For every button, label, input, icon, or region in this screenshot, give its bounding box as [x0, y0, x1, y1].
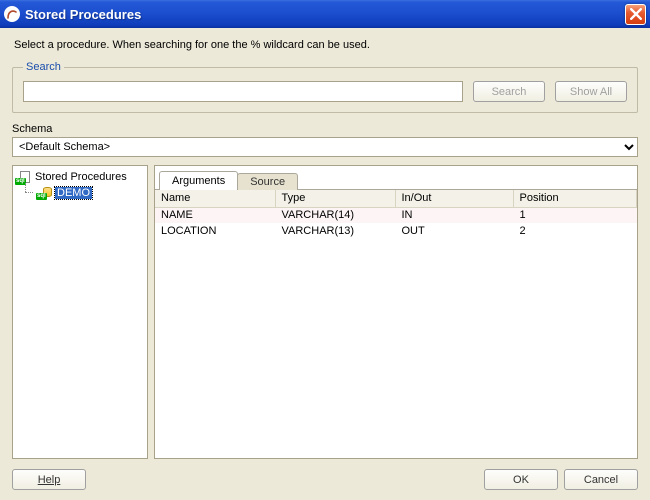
search-input[interactable]: [23, 81, 463, 102]
help-button[interactable]: Help: [12, 469, 86, 490]
dialog-content: Select a procedure. When searching for o…: [0, 28, 650, 500]
schema-label: Schema: [12, 123, 638, 135]
search-group: Search Search Show All: [12, 61, 638, 113]
tree-root[interactable]: sql Stored Procedures: [17, 170, 147, 184]
window-title: Stored Procedures: [25, 7, 625, 22]
tree-item[interactable]: sql DEMO: [21, 186, 147, 199]
search-legend: Search: [23, 61, 64, 73]
col-header-inout[interactable]: In/Out: [395, 190, 513, 207]
ok-button[interactable]: OK: [484, 469, 558, 490]
app-icon: [4, 6, 20, 22]
show-all-button[interactable]: Show All: [555, 81, 627, 102]
tree-root-label: Stored Procedures: [35, 171, 127, 183]
cell-name: NAME: [155, 207, 275, 223]
cell-inout: OUT: [395, 223, 513, 239]
arguments-table-wrap: Name Type In/Out Position NAME VARCHAR(1…: [155, 190, 637, 458]
col-header-position[interactable]: Position: [513, 190, 637, 207]
cell-inout: IN: [395, 207, 513, 223]
tree-item-label: DEMO: [55, 187, 92, 199]
cell-position: 2: [513, 223, 637, 239]
close-button[interactable]: [625, 4, 646, 25]
footer: Help OK Cancel: [12, 469, 638, 490]
stored-procedures-icon: sql: [17, 170, 32, 184]
col-header-type[interactable]: Type: [275, 190, 395, 207]
cell-type: VARCHAR(14): [275, 207, 395, 223]
instructions-text: Select a procedure. When searching for o…: [12, 39, 638, 51]
tree-pane: sql Stored Procedures sql DEMO: [12, 165, 148, 459]
title-bar: Stored Procedures: [0, 0, 650, 28]
tabstrip: Arguments Source: [155, 166, 637, 190]
search-button[interactable]: Search: [473, 81, 545, 102]
search-row: Search Show All: [23, 81, 627, 102]
table-row[interactable]: LOCATION VARCHAR(13) OUT 2: [155, 223, 637, 239]
cell-position: 1: [513, 207, 637, 223]
cell-type: VARCHAR(13): [275, 223, 395, 239]
main-split: sql Stored Procedures sql DEMO Arguments…: [12, 165, 638, 459]
tab-source[interactable]: Source: [237, 173, 298, 190]
cancel-button[interactable]: Cancel: [564, 469, 638, 490]
schema-select[interactable]: <Default Schema>: [12, 137, 638, 157]
col-header-name[interactable]: Name: [155, 190, 275, 207]
tab-arguments[interactable]: Arguments: [159, 171, 238, 190]
details-pane: Arguments Source Name Type In/Out Positi…: [154, 165, 638, 459]
cell-name: LOCATION: [155, 223, 275, 239]
table-row[interactable]: NAME VARCHAR(14) IN 1: [155, 207, 637, 223]
tree-connector-icon: [21, 186, 34, 199]
arguments-table: Name Type In/Out Position NAME VARCHAR(1…: [155, 190, 637, 239]
procedure-icon: sql: [37, 186, 52, 199]
table-header-row: Name Type In/Out Position: [155, 190, 637, 207]
